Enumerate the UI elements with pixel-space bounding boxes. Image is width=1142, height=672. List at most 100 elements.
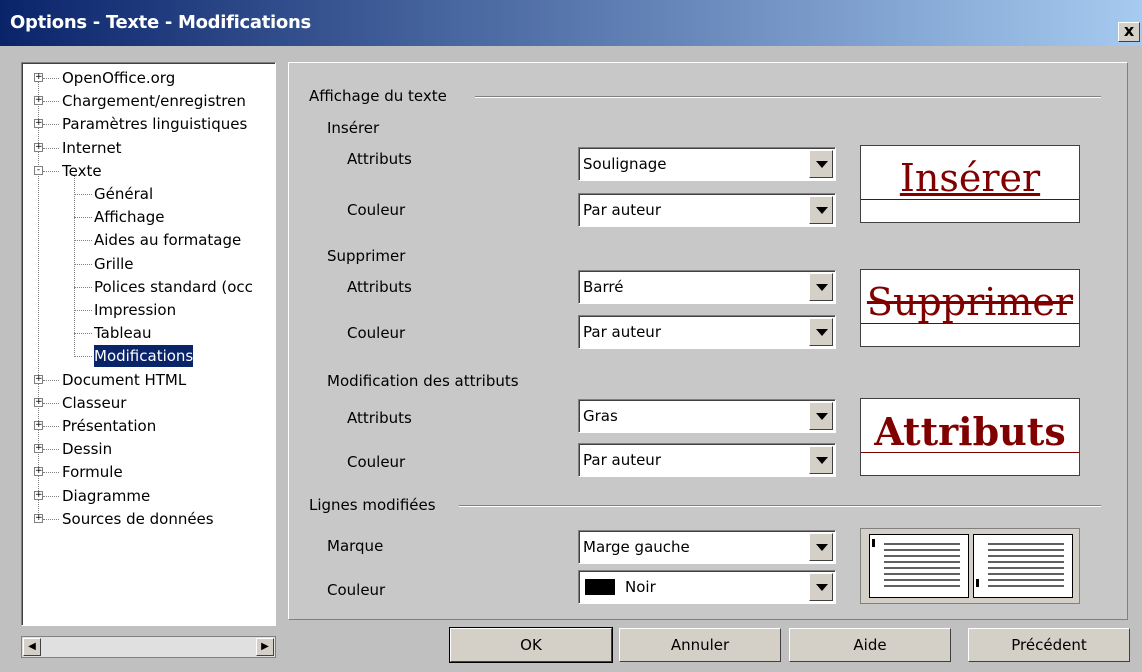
tree-item[interactable]: + Diagramme: [22, 485, 275, 507]
chevron-down-icon[interactable]: [809, 196, 833, 224]
tree-connector: [74, 286, 92, 288]
page-preview-right: [973, 534, 1073, 598]
chevron-down-icon[interactable]: [809, 150, 833, 178]
tree-connector: [43, 124, 59, 126]
tree-item[interactable]: + Formule: [22, 461, 275, 483]
tree-item-label: Tableau: [94, 324, 152, 343]
options-tree[interactable]: + OpenOffice.org + Chargement/enregistren + P…: [21, 62, 276, 626]
tree-item[interactable]: Modifications: [22, 344, 275, 369]
tree-item[interactable]: - Texte: [22, 160, 275, 182]
tree-item-label: Chargement/enregistren: [62, 92, 246, 111]
lines-mark-select[interactable]: Marge gauche: [578, 530, 836, 564]
delete-attributes-select[interactable]: Barré: [578, 270, 836, 304]
expand-icon[interactable]: +: [34, 142, 43, 152]
expand-icon[interactable]: +: [34, 397, 43, 407]
tree-item-label: Paramètres linguistiques: [62, 115, 248, 134]
changed-color-select[interactable]: Par auteur: [578, 443, 836, 477]
collapse-icon[interactable]: -: [34, 165, 43, 175]
help-button[interactable]: Aide: [789, 628, 951, 662]
tree-item[interactable]: Affichage: [22, 206, 275, 228]
chevron-down-icon[interactable]: [809, 402, 833, 430]
settings-panel: Affichage du texte Insérer Attributs Sou…: [288, 62, 1128, 620]
tree-item[interactable]: Impression: [22, 299, 275, 321]
tree-item[interactable]: Polices standard (occ: [22, 276, 275, 298]
tree-item[interactable]: Grille: [22, 253, 275, 275]
arrow-left-icon[interactable]: ◀: [23, 638, 41, 656]
tree-connector: [74, 217, 92, 219]
expand-icon[interactable]: +: [34, 421, 43, 430]
tree-connector: [43, 379, 59, 381]
tree-item[interactable]: + OpenOffice.org: [22, 67, 275, 89]
chevron-down-icon[interactable]: [809, 533, 833, 561]
chevron-down-icon[interactable]: [809, 573, 833, 601]
tree-item-label: Texte: [62, 161, 102, 180]
tree-connector: [43, 472, 59, 474]
back-button[interactable]: Précédent: [968, 628, 1130, 662]
expand-icon[interactable]: +: [34, 467, 43, 477]
tree-item[interactable]: + Chargement/enregistren: [22, 90, 275, 112]
tree-connector: [43, 147, 59, 149]
tree-item[interactable]: Aides au formatage: [22, 229, 275, 251]
delete-color-select[interactable]: Par auteur: [578, 315, 836, 349]
delete-group-label: Supprimer: [327, 247, 406, 265]
tree-connector: [43, 495, 59, 497]
tree-connector: [74, 194, 92, 195]
changed-attributes-value: Gras: [583, 407, 618, 425]
ok-button[interactable]: OK: [449, 627, 613, 663]
window-title: Options - Texte - Modifications: [10, 12, 311, 33]
tree-item-label: Modifications: [92, 344, 195, 369]
insert-preview: Insérer: [860, 145, 1080, 223]
expand-icon[interactable]: +: [34, 96, 43, 106]
lines-preview: [860, 528, 1080, 604]
expand-icon[interactable]: +: [34, 374, 43, 384]
tree-connector: [74, 263, 92, 265]
delete-color-value: Par auteur: [583, 323, 661, 341]
expand-icon[interactable]: +: [34, 119, 43, 129]
arrow-right-icon[interactable]: ▶: [256, 638, 274, 656]
insert-attributes-label: Attributs: [347, 150, 412, 168]
tree-connector: [43, 170, 59, 172]
cancel-button[interactable]: Annuler: [619, 628, 781, 662]
tree-horizontal-scrollbar[interactable]: ◀ ▶: [21, 636, 276, 658]
tree-item[interactable]: Général: [22, 183, 275, 205]
insert-preview-text: Insérer: [899, 156, 1041, 200]
insert-attributes-select[interactable]: Soulignage: [578, 147, 836, 181]
expand-icon[interactable]: +: [34, 444, 43, 454]
lines-mark-value: Marge gauche: [583, 538, 690, 556]
tree-item[interactable]: + Dessin: [22, 438, 275, 460]
tree-connector: [74, 310, 92, 311]
insert-color-value: Par auteur: [583, 201, 661, 219]
chevron-down-icon[interactable]: [809, 273, 833, 301]
tree-item-label: Diagramme: [62, 486, 151, 505]
insert-color-select[interactable]: Par auteur: [578, 193, 836, 227]
tree-item[interactable]: + Présentation: [22, 415, 275, 437]
insert-attributes-value: Soulignage: [583, 155, 667, 173]
expand-icon[interactable]: +: [34, 513, 43, 523]
changed-preview: Attributs: [860, 398, 1080, 476]
expand-icon[interactable]: +: [34, 490, 43, 500]
tree-item-label: Aides au formatage: [94, 231, 242, 250]
tree-connector: [43, 402, 59, 404]
lines-color-value: Noir: [625, 578, 656, 596]
delete-preview-text: Supprimer: [866, 280, 1074, 324]
lines-section-title: Lignes modifiées: [309, 496, 436, 514]
tree-item-label: Document HTML: [62, 370, 187, 389]
display-section-title: Affichage du texte: [309, 87, 447, 105]
tree-item[interactable]: + Internet: [22, 137, 275, 159]
tree-item[interactable]: + Paramètres linguistiques: [22, 113, 275, 135]
tree-item[interactable]: + Sources de données: [22, 508, 275, 530]
close-icon[interactable]: x: [1118, 22, 1140, 42]
expand-icon[interactable]: +: [34, 73, 43, 82]
tree-item[interactable]: + Document HTML: [22, 369, 275, 391]
chevron-down-icon[interactable]: [809, 318, 833, 346]
changed-attributes-select[interactable]: Gras: [578, 399, 836, 433]
insert-group-label: Insérer: [327, 119, 380, 137]
title-bar: Options - Texte - Modifications x: [0, 0, 1142, 46]
changed-attributes-label: Attributs: [347, 409, 412, 427]
chevron-down-icon[interactable]: [809, 446, 833, 474]
lines-color-select[interactable]: Noir: [578, 570, 836, 604]
tree-item[interactable]: Tableau: [22, 322, 275, 344]
delete-color-label: Couleur: [347, 324, 406, 342]
tree-item[interactable]: + Classeur: [22, 392, 275, 414]
changed-color-label: Couleur: [347, 453, 406, 471]
